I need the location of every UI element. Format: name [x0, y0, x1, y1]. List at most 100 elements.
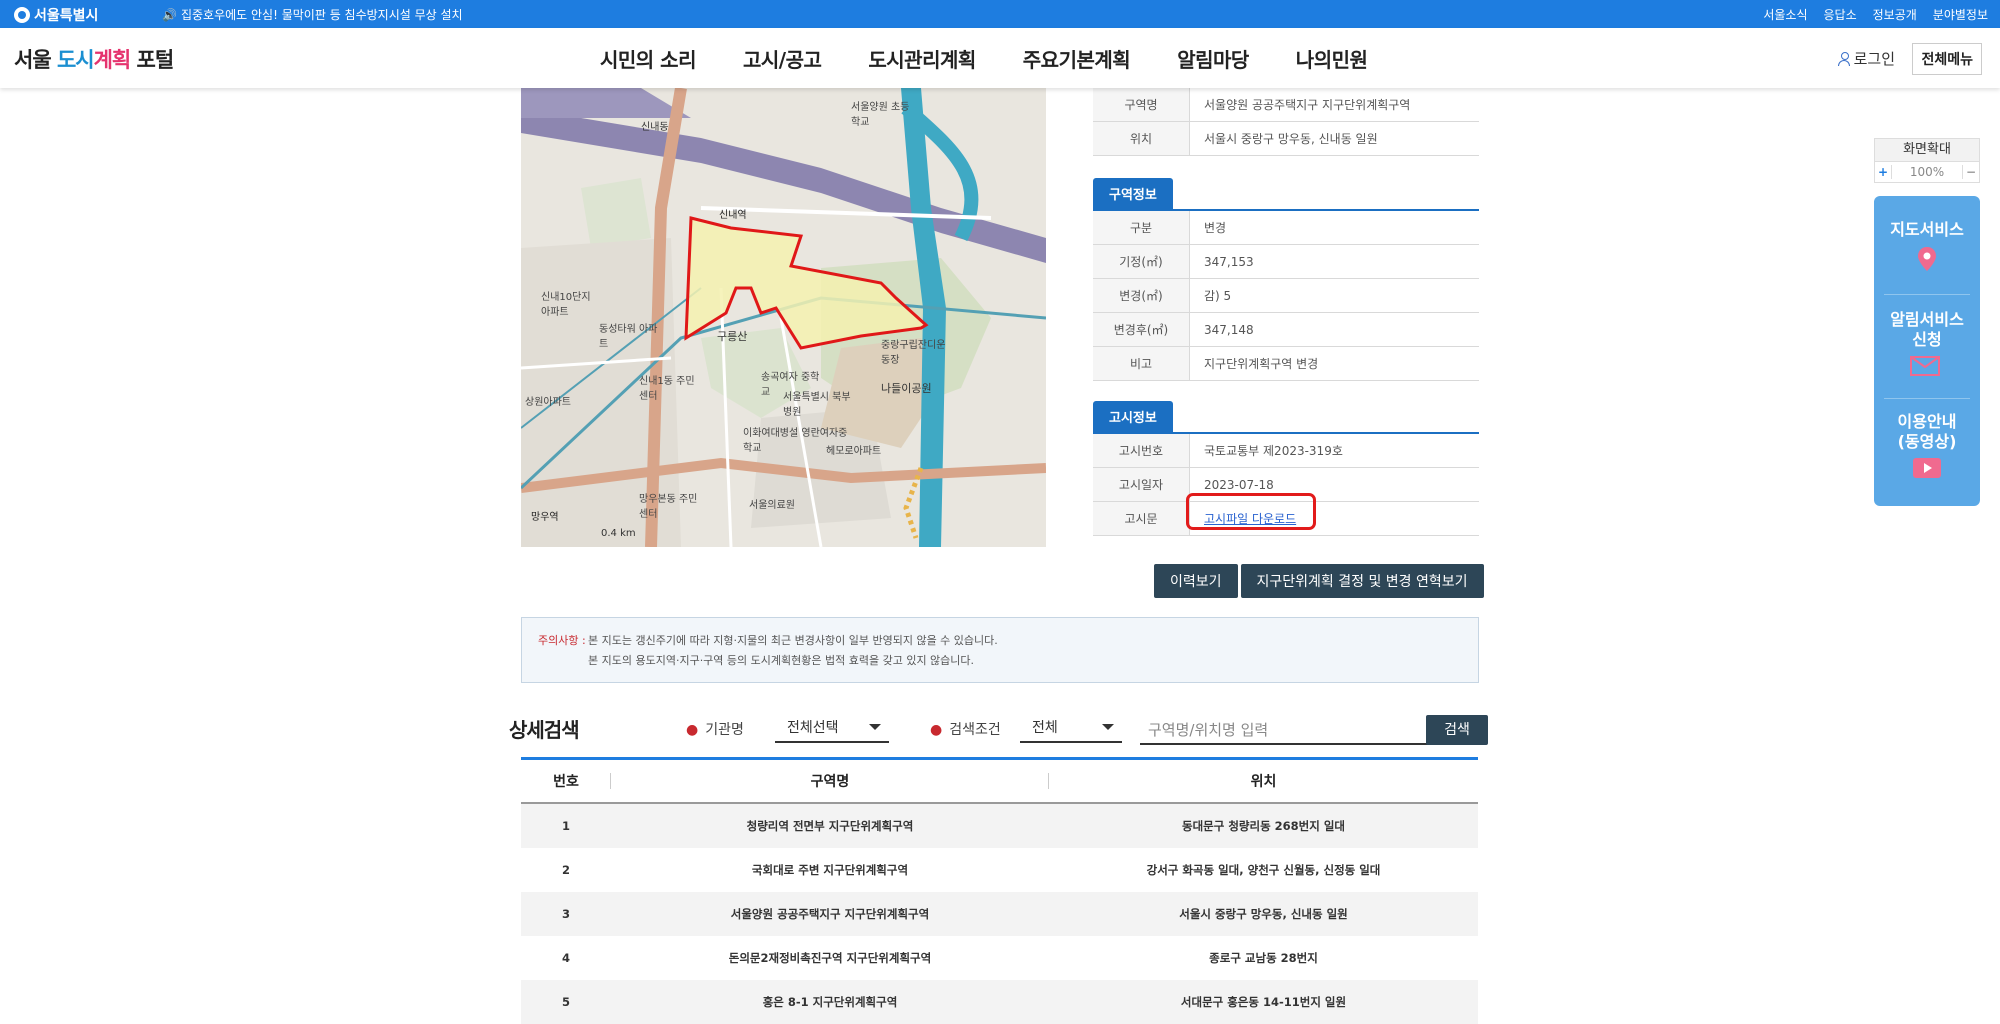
row-number: 2: [561, 863, 570, 877]
map-label: 신내10단지 아파트: [541, 292, 591, 318]
timeline-button[interactable]: 지구단위계획 결정 및 변경 연혁보기: [1240, 564, 1484, 598]
nav-city-management[interactable]: 도시관리계획: [868, 44, 976, 73]
alert-service-label-2: 신청: [1912, 330, 1942, 349]
detail-search-title: 상세검색: [509, 718, 580, 742]
zone-row: 변경(㎡) 감) 5: [1093, 278, 1479, 313]
zone-info-tab: 구역정보: [1093, 178, 1173, 209]
caution-line-1: 본 지도는 갱신주기에 따라 지형·지물의 최근 변경사항이 일부 반영되지 않…: [588, 634, 998, 647]
table-row[interactable]: 4 돈의문2재정비촉진구역 지구단위계획구역 종로구 교남동 28번지: [521, 936, 1478, 980]
person-icon: [1837, 51, 1850, 66]
agency-select[interactable]: 전체선택: [775, 717, 889, 743]
envelope-icon: [1910, 356, 1940, 376]
map-label: 동성타워 아파트: [599, 324, 658, 350]
row-location: 서울시 중랑구 망우동, 신내동 일원: [1179, 907, 1348, 921]
quick-menu: 지도서비스 알림서비스 신청 이용안내 (동영상): [1874, 196, 1980, 506]
row-key: 고시일자: [1093, 467, 1190, 502]
col-zone-name-label: 구역명: [810, 774, 850, 790]
nav-notice[interactable]: 고시/공고: [743, 44, 822, 73]
bullet-dot: ●: [686, 722, 699, 738]
zoom-title: 화면확대: [1874, 138, 1980, 162]
nav-my-complaints[interactable]: 나의민원: [1296, 44, 1368, 73]
row-key: 위치: [1093, 121, 1190, 156]
map-pin-icon: [1918, 247, 1936, 271]
table-row[interactable]: 1 청량리역 전면부 지구단위계획구역 동대문구 청량리동 268번지 일대: [521, 803, 1478, 848]
guide-label: 이용안내: [1897, 412, 1957, 431]
link-seoul-news[interactable]: 서울소식: [1763, 6, 1807, 23]
row-zone-name[interactable]: 홍은 8-1 지구단위계획구역: [611, 980, 1049, 1024]
map-view[interactable]: 신내역 신내10단지 아파트 동성타워 아파트 신내1동 주민센터 구릉산 송곡…: [521, 88, 1046, 547]
col-location-label: 위치: [1250, 774, 1277, 790]
zone-row: 비고 지구단위계획구역 변경: [1093, 346, 1479, 381]
link-field-info[interactable]: 분야별정보: [1933, 6, 1988, 23]
row-key: 변경후(㎡): [1093, 312, 1190, 347]
caution-box: 주의사항 : 본 지도는 갱신주기에 따라 지형·지물의 최근 변경사항이 일부…: [521, 617, 1479, 683]
keyword-input[interactable]: [1140, 717, 1429, 745]
row-location: 서대문구 홍은동 14-11번지 일원: [1180, 995, 1347, 1009]
row-key: 고시번호: [1093, 434, 1190, 468]
notice-text: 집중호우에도 안심! 물막이판 등 침수방지시설 무상 설치: [180, 8, 463, 22]
map-label: 신내동: [641, 122, 669, 133]
col-location: 위치: [1049, 757, 1478, 804]
notice-info-section: 고시정보 고시번호 국토교통부 제2023-319호 고시일자 2023-07-18…: [1093, 401, 1479, 536]
zoom-in-button[interactable]: +: [1875, 165, 1891, 179]
alert-service-button[interactable]: 알림서비스 신청: [1874, 310, 1980, 376]
top-bar: 서울특별시 🔊 집중호우에도 안심! 물막이판 등 침수방지시설 무상 설치 서…: [0, 0, 2000, 28]
row-value: 347,148: [1189, 312, 1479, 347]
history-button[interactable]: 이력보기: [1154, 564, 1238, 598]
condition-select[interactable]: 전체: [1020, 717, 1122, 743]
brand-part-plan: 계획: [93, 48, 132, 72]
basic-row: 구역명 서울양원 공공주택지구 지구단위계획구역: [1093, 88, 1479, 122]
nav-citizen-voice[interactable]: 시민의 소리: [600, 44, 696, 73]
notice-ticker[interactable]: 🔊 집중호우에도 안심! 물막이판 등 침수방지시설 무상 설치: [162, 6, 463, 23]
login-button[interactable]: 로그인: [1837, 48, 1895, 69]
quick-menu-divider: [1884, 398, 1970, 399]
col-number: 번호: [521, 757, 611, 804]
row-key: 비고: [1093, 346, 1190, 381]
notice-row: 고시번호 국토교통부 제2023-319호: [1093, 434, 1479, 468]
basic-row: 위치 서울시 중랑구 망우동, 신내동 일원: [1093, 121, 1479, 156]
row-value: 347,153: [1189, 244, 1479, 279]
row-number: 4: [561, 951, 570, 965]
row-number: 5: [561, 995, 570, 1009]
brand-part-city: 도시: [56, 48, 95, 72]
table-row[interactable]: 2 국회대로 주변 지구단위계획구역 강서구 화곡동 일대, 양천구 신월동, 신정…: [521, 848, 1478, 892]
map-service-label: 지도서비스: [1890, 220, 1964, 239]
row-value: 국토교통부 제2023-319호: [1189, 434, 1479, 468]
table-row[interactable]: 3 서울양원 공공주택지구 지구단위계획구역 서울시 중랑구 망우동, 신내동 일원: [521, 892, 1478, 936]
nav-master-plans[interactable]: 주요기본계획: [1023, 44, 1131, 73]
map-service-button[interactable]: 지도서비스: [1874, 220, 1980, 277]
results-table: 번호 구역명 위치 1 청량리역 전면부 지구단위계획구역 동대문구 청량리동 26…: [521, 757, 1478, 1024]
zoom-stepper: + 100% −: [1874, 162, 1980, 183]
all-menu-button[interactable]: 전체메뉴: [1912, 43, 1982, 75]
action-buttons: 이력보기 지구단위계획 결정 및 변경 연혁보기: [1154, 564, 1484, 598]
screen-zoom-control: 화면확대 + 100% −: [1874, 138, 1980, 183]
link-info-disclosure[interactable]: 정보공개: [1873, 6, 1917, 23]
seoul-logo[interactable]: 서울특별시: [14, 5, 98, 25]
bullet-dot: ●: [930, 722, 943, 738]
map-label: 신내역: [719, 210, 747, 221]
guide-video-button[interactable]: 이용안내 (동영상): [1874, 412, 1980, 483]
portal-brand[interactable]: 서울 도시계획 포털: [14, 44, 174, 74]
row-zone-name[interactable]: 국회대로 주변 지구단위계획구역: [611, 848, 1049, 892]
row-number: 1: [561, 819, 570, 833]
nav-news[interactable]: 알림마당: [1177, 44, 1249, 73]
search-button[interactable]: 검색: [1426, 715, 1488, 745]
header: 서울 도시계획 포털 시민의 소리 고시/공고 도시관리계획 주요기본계획 알림…: [0, 28, 2000, 88]
table-row[interactable]: 5 홍은 8-1 지구단위계획구역 서대문구 홍은동 14-11번지 일원: [521, 980, 1478, 1024]
zoom-out-button[interactable]: −: [1963, 165, 1979, 179]
col-zone-name: 구역명: [611, 757, 1049, 804]
map-label: 상원아파트: [525, 397, 571, 408]
caution-line-2: 본 지도의 용도지역·지구·구역 등의 도시계획현황은 법적 효력을 갖고 있지…: [588, 654, 975, 667]
row-zone-name[interactable]: 돈의문2재정비촉진구역 지구단위계획구역: [611, 936, 1049, 980]
main-nav: 시민의 소리 고시/공고 도시관리계획 주요기본계획 알림마당 나의민원: [600, 44, 1368, 73]
row-location: 동대문구 청량리동 268번지 일대: [1182, 819, 1345, 833]
map-label: 서울양원 초등학교: [851, 102, 910, 128]
alert-service-label: 알림서비스: [1890, 310, 1964, 329]
map-scale-label: 0.4 km: [601, 528, 636, 539]
link-eungdapso[interactable]: 응답소: [1824, 6, 1857, 23]
row-zone-name[interactable]: 서울양원 공공주택지구 지구단위계획구역: [611, 892, 1049, 936]
row-zone-name[interactable]: 청량리역 전면부 지구단위계획구역: [611, 803, 1049, 848]
map-label: 나들이공원: [881, 382, 932, 395]
seoul-logo-icon: [14, 7, 30, 23]
map-label: 망우역: [531, 512, 559, 523]
